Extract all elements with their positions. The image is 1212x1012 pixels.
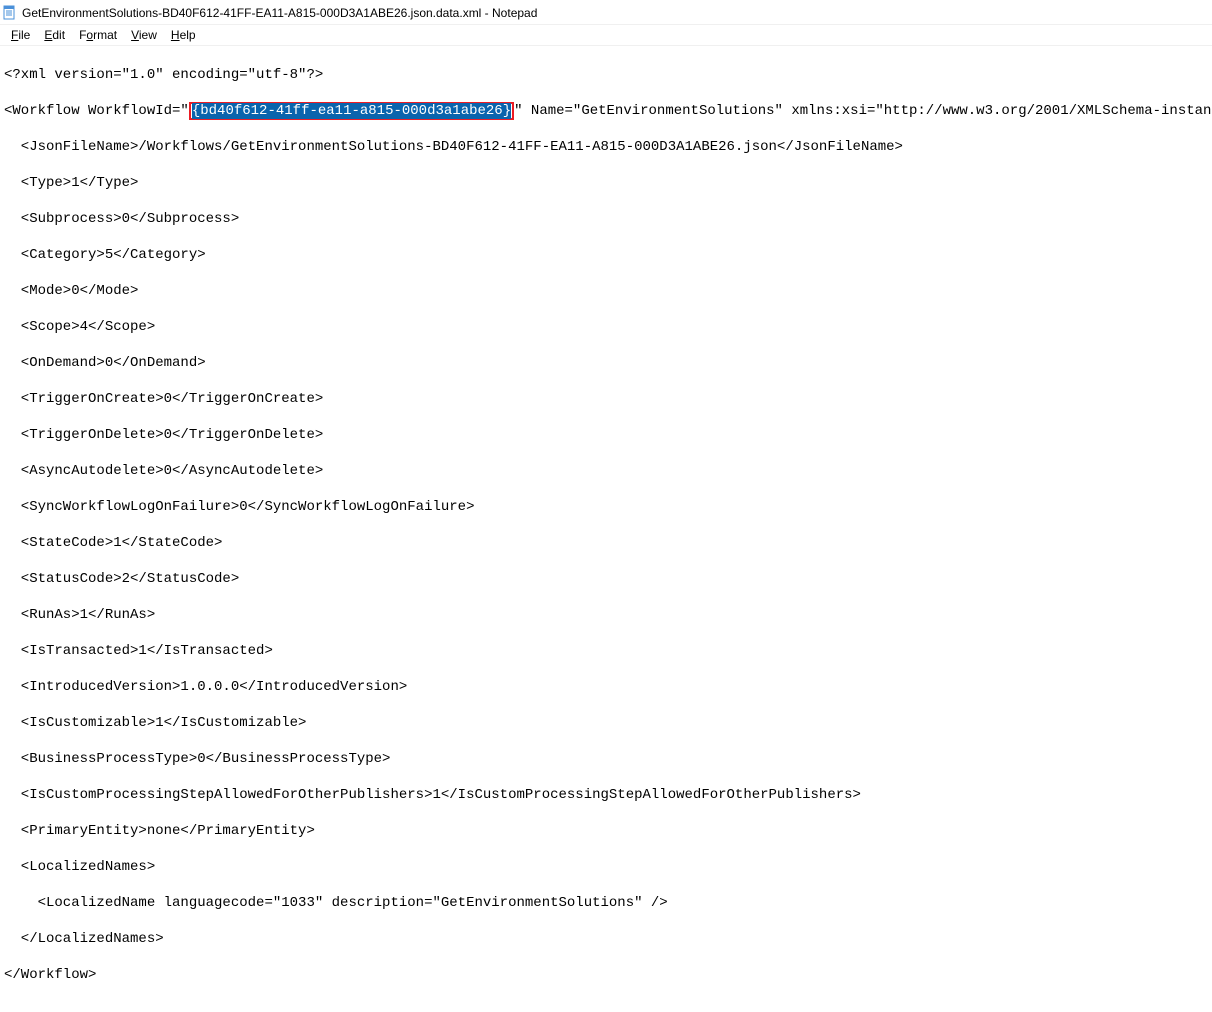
menu-help[interactable]: Help [164,27,203,43]
editor-line: <BusinessProcessType>0</BusinessProcessT… [4,750,1208,768]
editor-line: <TriggerOnCreate>0</TriggerOnCreate> [4,390,1208,408]
editor-line: <AsyncAutodelete>0</AsyncAutodelete> [4,462,1208,480]
editor-line: <OnDemand>0</OnDemand> [4,354,1208,372]
editor-line: <IsCustomProcessingStepAllowedForOtherPu… [4,786,1208,804]
editor-line: <Workflow WorkflowId="{bd40f612-41ff-ea1… [4,102,1208,120]
notepad-icon [2,5,18,21]
menubar: File Edit Format View Help [0,25,1212,46]
editor-line: <IntroducedVersion>1.0.0.0</IntroducedVe… [4,678,1208,696]
editor-line: <LocalizedNames> [4,858,1208,876]
text: " Name="GetEnvironmentSolutions" xmlns:x… [514,103,1212,119]
editor-line: <StatusCode>2</StatusCode> [4,570,1208,588]
menu-format[interactable]: Format [72,27,124,43]
editor-line: </LocalizedNames> [4,930,1208,948]
editor-line: <?xml version="1.0" encoding="utf-8"?> [4,66,1208,84]
editor-line: </Workflow> [4,966,1208,984]
editor-line: <Category>5</Category> [4,246,1208,264]
selected-text: } [503,103,511,119]
text-editor[interactable]: <?xml version="1.0" encoding="utf-8"?> <… [0,46,1212,1012]
selected-text: bd40f612-41ff-ea11-a815-000d3a1abe26 [200,103,502,119]
menu-edit[interactable]: Edit [37,27,72,43]
editor-line: <PrimaryEntity>none</PrimaryEntity> [4,822,1208,840]
selected-text: { [192,103,200,119]
window-title: GetEnvironmentSolutions-BD40F612-41FF-EA… [22,6,537,20]
editor-line: <Subprocess>0</Subprocess> [4,210,1208,228]
editor-line: <LocalizedName languagecode="1033" descr… [4,894,1208,912]
menu-file[interactable]: File [4,27,37,43]
editor-line: <Mode>0</Mode> [4,282,1208,300]
editor-line: <JsonFileName>/Workflows/GetEnvironmentS… [4,138,1208,156]
menu-view[interactable]: View [124,27,164,43]
editor-line: <IsCustomizable>1</IsCustomizable> [4,714,1208,732]
selection-highlight: {bd40f612-41ff-ea11-a815-000d3a1abe26} [189,102,514,120]
editor-line: <Scope>4</Scope> [4,318,1208,336]
editor-line: <IsTransacted>1</IsTransacted> [4,642,1208,660]
window-titlebar: GetEnvironmentSolutions-BD40F612-41FF-EA… [0,0,1212,25]
editor-line: <RunAs>1</RunAs> [4,606,1208,624]
editor-line: <StateCode>1</StateCode> [4,534,1208,552]
editor-line: <TriggerOnDelete>0</TriggerOnDelete> [4,426,1208,444]
editor-line: <Type>1</Type> [4,174,1208,192]
text: <Workflow WorkflowId=" [4,103,189,119]
editor-line: <SyncWorkflowLogOnFailure>0</SyncWorkflo… [4,498,1208,516]
